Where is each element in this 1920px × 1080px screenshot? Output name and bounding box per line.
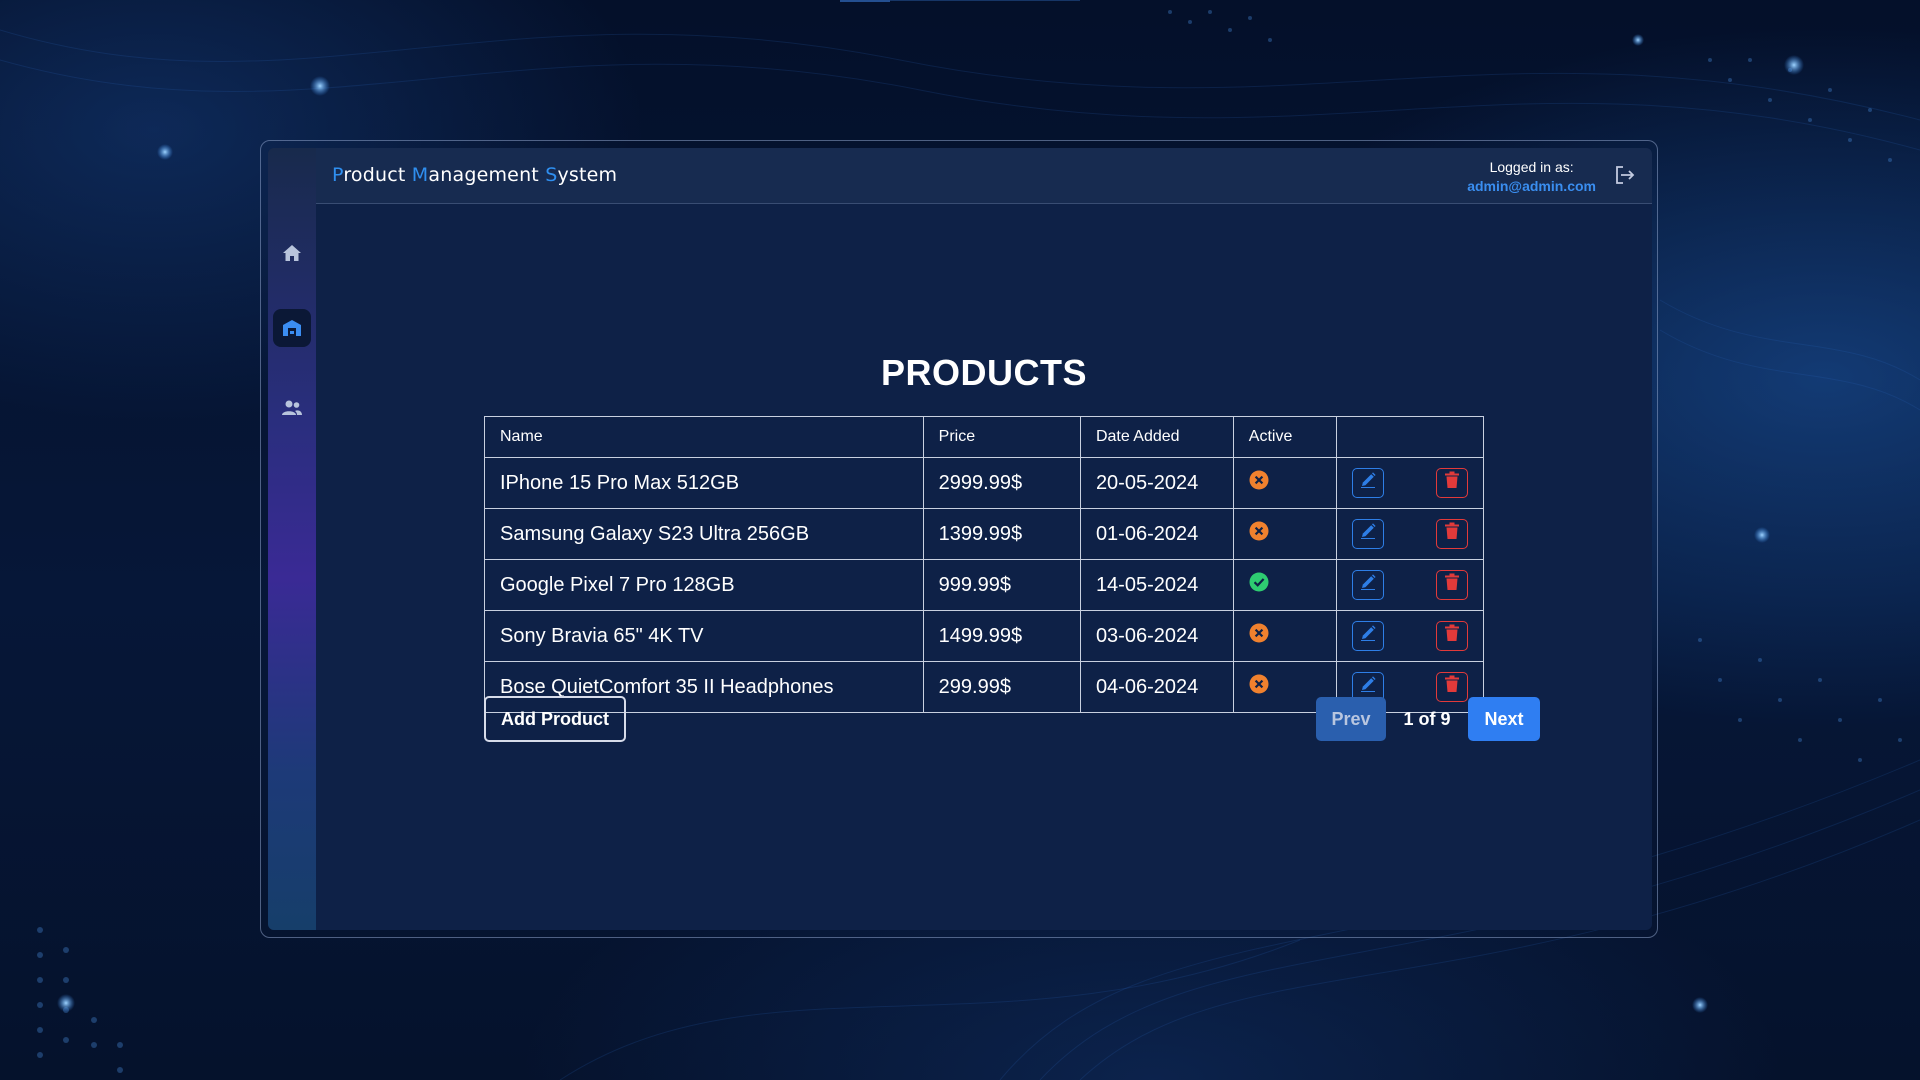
column-header-actions <box>1336 416 1484 458</box>
store-icon <box>281 318 303 338</box>
pencil-icon <box>1359 675 1377 699</box>
title-text: roduct <box>343 164 412 186</box>
product-date-cell: 03-06-2024 <box>1079 610 1234 662</box>
x-circle-icon <box>1249 521 1269 547</box>
main-content: PRODUCTS Name Price Date Added Active IP… <box>316 204 1652 930</box>
trash-icon <box>1444 624 1460 648</box>
sidebar-item-products[interactable] <box>273 309 311 347</box>
edit-button[interactable] <box>1352 621 1385 651</box>
logout-button[interactable] <box>1612 164 1638 190</box>
check-circle-icon <box>1249 572 1269 598</box>
trash-icon <box>1444 471 1460 495</box>
product-date-cell: 20-05-2024 <box>1079 457 1234 509</box>
product-date-cell: 01-06-2024 <box>1079 508 1234 560</box>
product-date-cell: 04-06-2024 <box>1079 661 1234 713</box>
edit-button[interactable] <box>1352 519 1385 549</box>
app-title: Product Management System <box>332 164 617 186</box>
pencil-icon <box>1359 522 1377 546</box>
table-row: Google Pixel 7 Pro 128GB 999.99$ 14-05-2… <box>484 559 1484 611</box>
delete-button[interactable] <box>1436 570 1468 600</box>
title-accent-letter: M <box>411 164 429 186</box>
sidebar-item-home[interactable] <box>273 234 311 272</box>
page-title: PRODUCTS <box>880 352 1087 393</box>
title-accent-letter: S <box>545 164 558 186</box>
column-header-name: Name <box>484 416 924 458</box>
delete-button[interactable] <box>1436 519 1468 549</box>
product-actions-cell <box>1336 610 1484 662</box>
edit-button[interactable] <box>1352 570 1385 600</box>
table-body: IPhone 15 Pro Max 512GB 2999.99$ 20-05-2… <box>484 457 1484 713</box>
column-header-active: Active <box>1232 416 1338 458</box>
products-table: Name Price Date Added Active IPhone 15 P… <box>484 416 1484 713</box>
product-active-cell <box>1232 610 1338 662</box>
product-name-cell: Sony Bravia 65" 4K TV <box>484 610 924 662</box>
x-circle-icon <box>1249 623 1269 649</box>
next-page-button[interactable]: Next <box>1468 697 1540 741</box>
pagination: Prev 1 of 9 Next <box>1316 697 1540 741</box>
edit-button[interactable] <box>1352 468 1385 498</box>
pencil-icon <box>1359 573 1377 597</box>
trash-icon <box>1444 675 1460 699</box>
product-price-cell: 1399.99$ <box>922 508 1081 560</box>
x-circle-icon <box>1249 470 1269 496</box>
product-actions-cell <box>1336 508 1484 560</box>
trash-icon <box>1444 522 1460 546</box>
title-text: ystem <box>557 164 618 186</box>
product-name-cell: Google Pixel 7 Pro 128GB <box>484 559 924 611</box>
product-price-cell: 1499.99$ <box>922 610 1081 662</box>
product-price-cell: 999.99$ <box>922 559 1081 611</box>
add-product-button[interactable]: Add Product <box>484 696 626 742</box>
product-date-cell: 14-05-2024 <box>1079 559 1234 611</box>
column-header-price: Price <box>922 416 1081 458</box>
user-email: admin@admin.com <box>1467 178 1596 194</box>
table-header-row: Name Price Date Added Active <box>484 416 1484 458</box>
page-indicator: 1 of 9 <box>1403 708 1451 729</box>
table-row: IPhone 15 Pro Max 512GB 2999.99$ 20-05-2… <box>484 457 1484 509</box>
pencil-icon <box>1359 624 1377 648</box>
logged-in-caption: Logged in as: <box>1489 159 1574 175</box>
sidebar <box>268 148 316 930</box>
product-price-cell: 2999.99$ <box>922 457 1081 509</box>
app-window: Product Management System Logged in as: … <box>268 148 1652 930</box>
topbar: Product Management System Logged in as: … <box>316 148 1652 204</box>
product-active-cell <box>1232 508 1338 560</box>
title-accent-letter: P <box>332 164 344 186</box>
sidebar-item-users[interactable] <box>273 389 311 427</box>
product-name-cell: Samsung Galaxy S23 Ultra 256GB <box>484 508 924 560</box>
logout-icon <box>1614 165 1636 190</box>
x-circle-icon <box>1249 674 1269 700</box>
product-name-cell: IPhone 15 Pro Max 512GB <box>484 457 924 509</box>
table-row: Samsung Galaxy S23 Ultra 256GB 1399.99$ … <box>484 508 1484 560</box>
column-header-date-added: Date Added <box>1079 416 1234 458</box>
pencil-icon <box>1359 471 1377 495</box>
product-actions-cell <box>1336 457 1484 509</box>
title-text: anagement <box>428 164 546 186</box>
product-active-cell <box>1232 559 1338 611</box>
home-icon <box>282 244 302 262</box>
user-info: Logged in as: admin@admin.com <box>1467 158 1596 196</box>
trash-icon <box>1444 573 1460 597</box>
users-icon <box>281 399 303 417</box>
product-actions-cell <box>1336 559 1484 611</box>
delete-button[interactable] <box>1436 621 1468 651</box>
product-active-cell <box>1232 457 1338 509</box>
delete-button[interactable] <box>1436 468 1468 498</box>
prev-page-button[interactable]: Prev <box>1316 697 1386 741</box>
product-price-cell: 299.99$ <box>922 661 1081 713</box>
table-row: Sony Bravia 65" 4K TV 1499.99$ 03-06-202… <box>484 610 1484 662</box>
